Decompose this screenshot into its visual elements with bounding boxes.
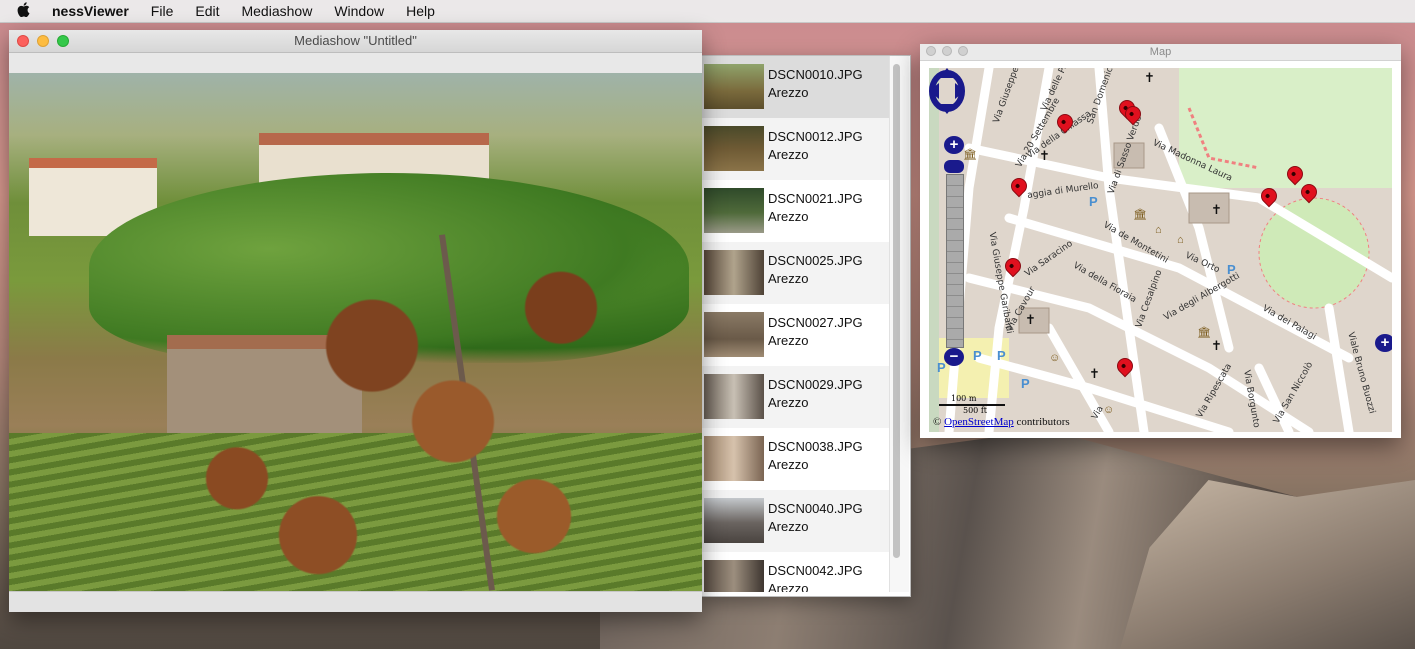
scrollbar-thumb[interactable] — [893, 64, 900, 558]
church-icon: ✝ — [1211, 338, 1222, 353]
apple-menu-icon[interactable] — [14, 1, 32, 21]
zoom-button[interactable] — [958, 46, 968, 56]
map-attribution: © OpenStreetMap contributors — [933, 416, 1070, 428]
thumbnail-list-panel: DSCN0010.JPG Arezzo DSCN0012.JPG Arezzo DS… — [702, 55, 911, 597]
thumbnail-filename: DSCN0012.JPG — [768, 129, 863, 144]
map-scale: 100 m 500 ft — [939, 394, 1007, 415]
church-icon: ✝ — [1144, 70, 1155, 85]
parking-icon: P — [1021, 376, 1030, 391]
scale-metric: 100 m — [951, 394, 977, 403]
list-item[interactable]: DSCN0029.JPG Arezzo — [702, 366, 889, 428]
thumbnail-image — [704, 188, 764, 233]
list-item[interactable]: DSCN0027.JPG Arezzo — [702, 304, 889, 366]
thumbnail-location: Arezzo — [768, 209, 809, 224]
window-title: Mediashow "Untitled" — [294, 33, 417, 48]
menu-edit[interactable]: Edit — [195, 3, 219, 19]
list-item[interactable]: DSCN0012.JPG Arezzo — [702, 118, 889, 180]
window-titlebar[interactable]: Map — [920, 44, 1401, 61]
pan-control-icon[interactable] — [929, 68, 965, 114]
parking-icon: P — [1227, 262, 1236, 277]
menu-help[interactable]: Help — [406, 3, 435, 19]
map-window: Map Via Giuseppe Via delle Pa San Domeni… — [920, 44, 1401, 438]
thumbnail-image — [704, 498, 764, 543]
close-button[interactable] — [17, 35, 29, 47]
list-item[interactable]: DSCN0021.JPG Arezzo — [702, 180, 889, 242]
layer-switcher-button[interactable]: + — [1375, 334, 1392, 352]
thumbnail-filename: DSCN0025.JPG — [768, 253, 863, 268]
parking-icon: P — [973, 348, 982, 363]
thumbnail-image — [704, 436, 764, 481]
status-bar — [9, 591, 702, 612]
thumbnail-list[interactable]: DSCN0010.JPG Arezzo DSCN0012.JPG Arezzo DS… — [702, 56, 889, 592]
thumbnail-location: Arezzo — [768, 519, 809, 534]
museum-icon: 🏛 — [1197, 327, 1211, 339]
menu-file[interactable]: File — [151, 3, 174, 19]
zoom-level-indicator[interactable] — [944, 160, 964, 173]
toolbar-strip — [9, 53, 702, 74]
menu-app-name[interactable]: nessViewer — [52, 3, 129, 19]
close-button[interactable] — [926, 46, 936, 56]
list-item[interactable]: DSCN0025.JPG Arezzo — [702, 242, 889, 304]
menu-mediashow[interactable]: Mediashow — [241, 3, 312, 19]
openstreetmap-link[interactable]: OpenStreetMap — [944, 416, 1014, 428]
parking-icon: P — [997, 348, 1006, 363]
thumbnail-image — [704, 126, 764, 171]
window-titlebar[interactable]: Mediashow "Untitled" — [9, 30, 702, 53]
thumbnail-location: Arezzo — [768, 333, 809, 348]
window-title: Map — [1149, 46, 1172, 58]
thumbnail-image — [704, 560, 764, 592]
list-item[interactable]: DSCN0042.JPG Arezzo — [702, 552, 889, 592]
mediashow-window: Mediashow "Untitled" — [9, 30, 702, 612]
main-photo[interactable] — [9, 73, 702, 592]
theatre-icon: ☺ — [1049, 352, 1061, 364]
museum-icon: 🏛 — [1133, 209, 1147, 221]
thumbnail-location: Arezzo — [768, 85, 809, 100]
parking-icon: P — [937, 360, 946, 375]
church-icon: ✝ — [1025, 312, 1036, 327]
thumbnail-location: Arezzo — [768, 395, 809, 410]
thumbnail-location: Arezzo — [768, 147, 809, 162]
attribution-suffix: contributors — [1016, 416, 1070, 428]
minimize-button[interactable] — [942, 46, 952, 56]
museum-icon: ⌂ — [1177, 234, 1184, 246]
parking-icon: P — [1089, 194, 1098, 209]
thumbnail-location: Arezzo — [768, 457, 809, 472]
church-icon: ✝ — [1211, 202, 1222, 217]
thumbnail-filename: DSCN0042.JPG — [768, 563, 863, 578]
thumbnail-filename: DSCN0021.JPG — [768, 191, 863, 206]
zoom-in-button[interactable]: + — [944, 136, 964, 154]
list-item[interactable]: DSCN0040.JPG Arezzo — [702, 490, 889, 552]
minimize-button[interactable] — [37, 35, 49, 47]
thumbnail-image — [704, 250, 764, 295]
church-icon: ✝ — [1089, 366, 1100, 381]
photo-detail — [129, 213, 669, 592]
menu-window[interactable]: Window — [334, 3, 384, 19]
thumbnail-filename: DSCN0040.JPG — [768, 501, 863, 516]
theatre-icon: ☺ — [1103, 404, 1115, 416]
museum-icon: ⌂ — [1155, 224, 1162, 236]
zoom-button[interactable] — [57, 35, 69, 47]
thumbnail-location: Arezzo — [768, 271, 809, 286]
thumbnail-filename: DSCN0029.JPG — [768, 377, 863, 392]
thumbnail-image — [704, 312, 764, 357]
thumbnail-filename: DSCN0038.JPG — [768, 439, 863, 454]
scale-imperial: 500 ft — [963, 406, 987, 415]
thumbnail-filename: DSCN0027.JPG — [768, 315, 863, 330]
thumbnail-filename: DSCN0010.JPG — [768, 67, 863, 82]
thumbnail-image — [704, 64, 764, 109]
menu-bar: nessViewer File Edit Mediashow Window He… — [0, 0, 1415, 23]
copyright-symbol: © — [933, 416, 942, 428]
museum-icon: 🏛 — [963, 149, 977, 161]
thumbnail-image — [704, 374, 764, 419]
list-item[interactable]: DSCN0038.JPG Arezzo — [702, 428, 889, 490]
zoom-slider[interactable] — [946, 174, 964, 348]
list-item[interactable]: DSCN0010.JPG Arezzo — [702, 56, 889, 118]
map-view[interactable]: Via Giuseppe Via delle Pa San Domenico V… — [929, 68, 1392, 432]
thumbnail-location: Arezzo — [768, 581, 809, 592]
church-icon: ✝ — [1039, 148, 1050, 163]
zoom-out-button[interactable]: − — [944, 348, 964, 366]
